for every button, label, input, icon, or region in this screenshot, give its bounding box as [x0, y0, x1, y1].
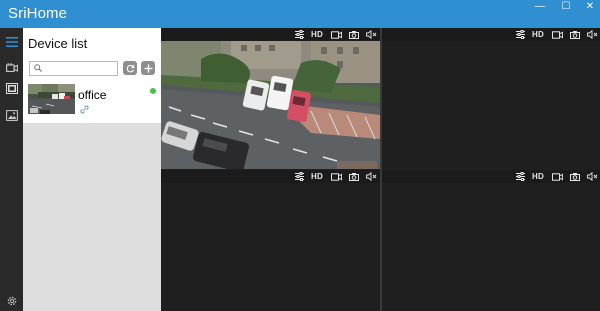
pane-divider [380, 28, 382, 311]
video-pane-1[interactable]: HD [161, 28, 380, 170]
close-button[interactable]: ✕ [578, 0, 600, 16]
audio-icon[interactable] [366, 171, 377, 182]
plus-icon [144, 64, 152, 72]
device-list-title: Device list [28, 36, 88, 51]
minimize-button[interactable]: — [528, 0, 552, 16]
record-icon[interactable] [552, 29, 563, 40]
app-title: SriHome [8, 5, 68, 22]
search-box[interactable] [29, 61, 118, 76]
search-icon [34, 64, 42, 72]
hd-toggle[interactable]: HD [311, 171, 323, 182]
audio-icon[interactable] [366, 29, 377, 40]
maximize-button[interactable]: ☐ [554, 0, 578, 16]
refresh-button[interactable] [123, 61, 137, 75]
device-list-header: Device list office [23, 28, 161, 123]
device-list-panel: Device list office [23, 28, 161, 311]
adjust-icon[interactable] [294, 171, 305, 182]
snapshot-icon[interactable] [348, 171, 359, 182]
playback-icon[interactable] [3, 80, 20, 97]
adjust-icon[interactable] [515, 171, 526, 182]
pane-toolbar: HD [382, 170, 600, 183]
menu-icon[interactable] [3, 33, 20, 50]
add-device-button[interactable] [141, 61, 155, 75]
settings-icon[interactable] [3, 292, 20, 309]
audio-icon[interactable] [587, 171, 598, 182]
gallery-icon[interactable] [3, 107, 20, 124]
pane-toolbar: HD [161, 170, 380, 183]
video-pane-2[interactable]: HD [382, 28, 600, 170]
camera-video[interactable] [161, 41, 380, 169]
pane-toolbar: HD [161, 28, 380, 41]
online-status-dot [150, 88, 156, 94]
record-icon[interactable] [331, 29, 342, 40]
search-input[interactable] [45, 62, 117, 75]
device-thumbnail [28, 84, 75, 114]
link-icon[interactable] [80, 105, 89, 114]
hd-toggle[interactable]: HD [311, 29, 323, 40]
record-icon[interactable] [331, 171, 342, 182]
title-bar: SriHome — ☐ ✕ [0, 0, 600, 28]
device-name: office [78, 88, 107, 102]
video-camera-icon[interactable] [3, 59, 20, 76]
snapshot-icon[interactable] [569, 29, 580, 40]
snapshot-icon[interactable] [348, 29, 359, 40]
nav-rail [0, 28, 23, 311]
video-pane-3[interactable]: HD [161, 170, 380, 311]
video-pane-4[interactable]: HD [382, 170, 600, 311]
audio-icon[interactable] [587, 29, 598, 40]
record-icon[interactable] [552, 171, 563, 182]
refresh-icon [126, 64, 134, 72]
pane-toolbar: HD [382, 28, 600, 41]
adjust-icon[interactable] [515, 29, 526, 40]
adjust-icon[interactable] [294, 29, 305, 40]
hd-toggle[interactable]: HD [532, 29, 544, 40]
hd-toggle[interactable]: HD [532, 171, 544, 182]
device-item[interactable]: office [23, 83, 161, 123]
snapshot-icon[interactable] [569, 171, 580, 182]
